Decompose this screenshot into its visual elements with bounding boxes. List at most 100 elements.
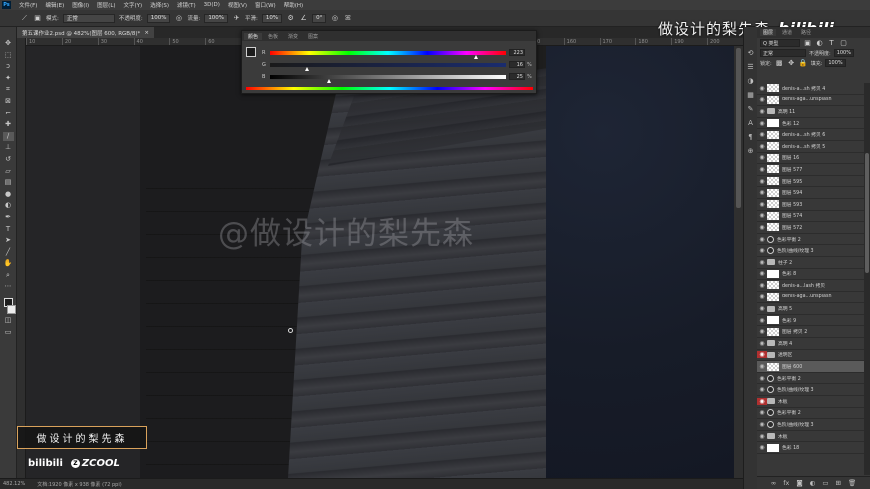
color-panel-foreground[interactable] <box>246 47 256 57</box>
layer-row[interactable]: ◉ 色彩 18 <box>757 442 864 454</box>
layer-name[interactable]: 色阶/曲线/纹理 3 <box>777 386 814 393</box>
layer-name[interactable]: denis-aga...unsplash <box>782 97 832 102</box>
filter-shape-icon[interactable]: ▢ <box>839 39 848 48</box>
screen-mode-icon[interactable]: ▭ <box>3 328 14 337</box>
new-group-icon[interactable]: ▭ <box>822 479 828 487</box>
layer-name[interactable]: 图层 577 <box>782 166 802 173</box>
layer-row[interactable]: ◉ 图层 574 <box>757 211 864 223</box>
layers-scrollbar[interactable] <box>864 83 870 475</box>
layer-name[interactable]: 图层 595 <box>782 178 802 185</box>
add-mask-icon[interactable]: ◙ <box>796 479 802 487</box>
path-select-icon[interactable]: ➤ <box>3 236 14 245</box>
layer-name[interactable]: 色彩平衡 2 <box>777 409 801 416</box>
layer-row[interactable]: ◉ 色彩 12 <box>757 118 864 130</box>
visibility-eye-icon[interactable]: ◉ <box>757 178 767 185</box>
close-tab-icon[interactable]: × <box>144 30 149 36</box>
layer-row[interactable]: ◉ 透明区 <box>757 350 864 362</box>
delete-layer-icon[interactable]: 🗑 <box>848 479 856 487</box>
layer-row[interactable]: ◉ 图层 594 <box>757 187 864 199</box>
slider-g-thumb[interactable] <box>305 66 310 71</box>
smooth-field[interactable]: 10% <box>261 13 283 23</box>
layer-row[interactable]: ◉ 图层 572 <box>757 222 864 234</box>
layer-row[interactable]: ◉ 高明 4 <box>757 338 864 350</box>
layer-name[interactable]: 高明 11 <box>778 108 795 115</box>
marquee-icon[interactable]: ⬚ <box>3 51 14 60</box>
quick-mask-icon[interactable]: ◫ <box>3 316 14 325</box>
visibility-eye-icon[interactable]: ◉ <box>757 96 767 103</box>
layer-row[interactable]: ◉ 图层 拷贝 2 <box>757 326 864 339</box>
visibility-eye-icon[interactable]: ◉ <box>757 433 767 440</box>
libraries-panel-icon[interactable]: ▦ <box>746 91 755 100</box>
visibility-eye-icon[interactable]: ◉ <box>757 409 767 416</box>
blend-mode-select[interactable]: 正常 <box>760 49 806 57</box>
smooth-settings-icon[interactable]: ⚙ <box>286 14 295 23</box>
blur-icon[interactable]: ● <box>3 190 14 199</box>
visibility-eye-icon[interactable]: ◉ <box>757 166 767 173</box>
glyphs-panel-icon[interactable]: ⊕ <box>746 147 755 156</box>
lock-all-icon[interactable]: 🔒 <box>799 59 808 68</box>
menu-image[interactable]: 图像(I) <box>68 1 93 9</box>
slider-b-value[interactable]: 25 <box>509 73 525 80</box>
visibility-eye-icon[interactable]: ◉ <box>757 444 767 451</box>
layer-opacity-field[interactable]: 100% <box>833 49 854 57</box>
flow-field[interactable]: 100% <box>204 13 229 23</box>
layer-row[interactable]: ◉ 图层 600 <box>757 361 864 373</box>
layer-row[interactable]: ◉ 图层 595 <box>757 176 864 188</box>
type-icon[interactable]: T <box>3 225 14 234</box>
layer-name[interactable]: 柱子 2 <box>778 259 792 266</box>
canvas-scrollbar[interactable] <box>734 46 743 478</box>
visibility-eye-icon[interactable]: ◉ <box>757 293 767 300</box>
tab-gradients[interactable]: 渐变 <box>284 33 302 40</box>
slider-g-track[interactable] <box>270 62 506 71</box>
layer-name[interactable]: 色彩平衡 2 <box>777 236 801 243</box>
layer-name[interactable]: 色阶/曲线/纹理 3 <box>777 247 814 254</box>
layer-row[interactable]: ◉ 柱子 2 <box>757 257 864 269</box>
pressure-size-icon[interactable]: ◎ <box>330 14 339 23</box>
layer-name[interactable]: 图层 16 <box>782 154 799 161</box>
lasso-icon[interactable]: ↄ <box>3 62 14 71</box>
lock-pixels-icon[interactable]: ▩ <box>775 59 784 68</box>
menu-view[interactable]: 视图(V) <box>224 1 251 9</box>
visibility-eye-icon[interactable]: ◉ <box>757 201 767 208</box>
menu-window[interactable]: 窗口(W) <box>251 1 280 9</box>
dodge-icon[interactable]: ◐ <box>3 201 14 210</box>
layer-name[interactable]: 高明 5 <box>778 305 792 312</box>
layer-row[interactable]: ◉ 色阶/曲线/纹理 3 <box>757 419 864 431</box>
visibility-eye-icon[interactable]: ◉ <box>757 108 767 115</box>
layer-name[interactable]: 图层 600 <box>782 363 802 370</box>
document-tab[interactable]: 第五课作业2.psd @ 482%(图层 600, RGB/8)* × <box>17 27 154 38</box>
layer-row[interactable]: ◉ 色彩平衡 2 <box>757 408 864 420</box>
eraser-icon[interactable]: ▱ <box>3 167 14 176</box>
more-icon[interactable]: ⋯ <box>3 282 14 291</box>
layer-row[interactable]: ◉ 高明 11 <box>757 106 864 118</box>
opacity-field[interactable]: 100% <box>146 13 171 23</box>
menu-edit[interactable]: 编辑(E) <box>41 1 68 9</box>
visibility-eye-icon[interactable]: ◉ <box>757 224 767 231</box>
layer-name[interactable]: denis-a...sh 拷贝 6 <box>782 131 825 138</box>
link-layers-icon[interactable]: ∞ <box>771 479 776 487</box>
tab-patterns[interactable]: 图案 <box>304 33 322 40</box>
ruler-vertical[interactable] <box>17 38 26 478</box>
new-adjustment-icon[interactable]: ◐ <box>810 479 816 487</box>
properties-panel-icon[interactable]: ☰ <box>746 63 755 72</box>
paragraph-panel-icon[interactable]: ¶ <box>746 133 755 142</box>
background-color-swatch[interactable] <box>6 304 16 314</box>
layer-name[interactable]: denis-a...sh 拷贝 5 <box>782 143 825 150</box>
healing-icon[interactable]: ✚ <box>3 120 14 129</box>
stamp-icon[interactable]: ⊥ <box>3 143 14 152</box>
layer-row[interactable]: ◉ 色彩平衡 2 <box>757 234 864 246</box>
layer-row[interactable]: ◉ 高明 5 <box>757 303 864 315</box>
airbrush-icon[interactable]: ✈ <box>232 14 241 23</box>
layer-row[interactable]: ◉ denis-a...lash 拷贝 <box>757 280 864 292</box>
layer-row[interactable]: ◉ 色阶/曲线/纹理 3 <box>757 384 864 397</box>
visibility-eye-icon[interactable]: ◉ <box>757 328 767 335</box>
brush-icon[interactable]: ∕ <box>2 131 14 141</box>
menu-file[interactable]: 文件(F) <box>15 1 41 9</box>
layer-name[interactable]: 图层 594 <box>782 189 802 196</box>
filter-type-icon[interactable]: T <box>827 39 836 48</box>
slider-g-value[interactable]: 16 <box>509 61 525 68</box>
visibility-eye-icon[interactable]: ◉ <box>757 305 767 312</box>
zoom-level[interactable]: 482.12% <box>3 481 25 487</box>
visibility-eye-icon[interactable]: ◉ <box>757 85 767 92</box>
layer-name[interactable]: 木板 <box>778 433 788 440</box>
